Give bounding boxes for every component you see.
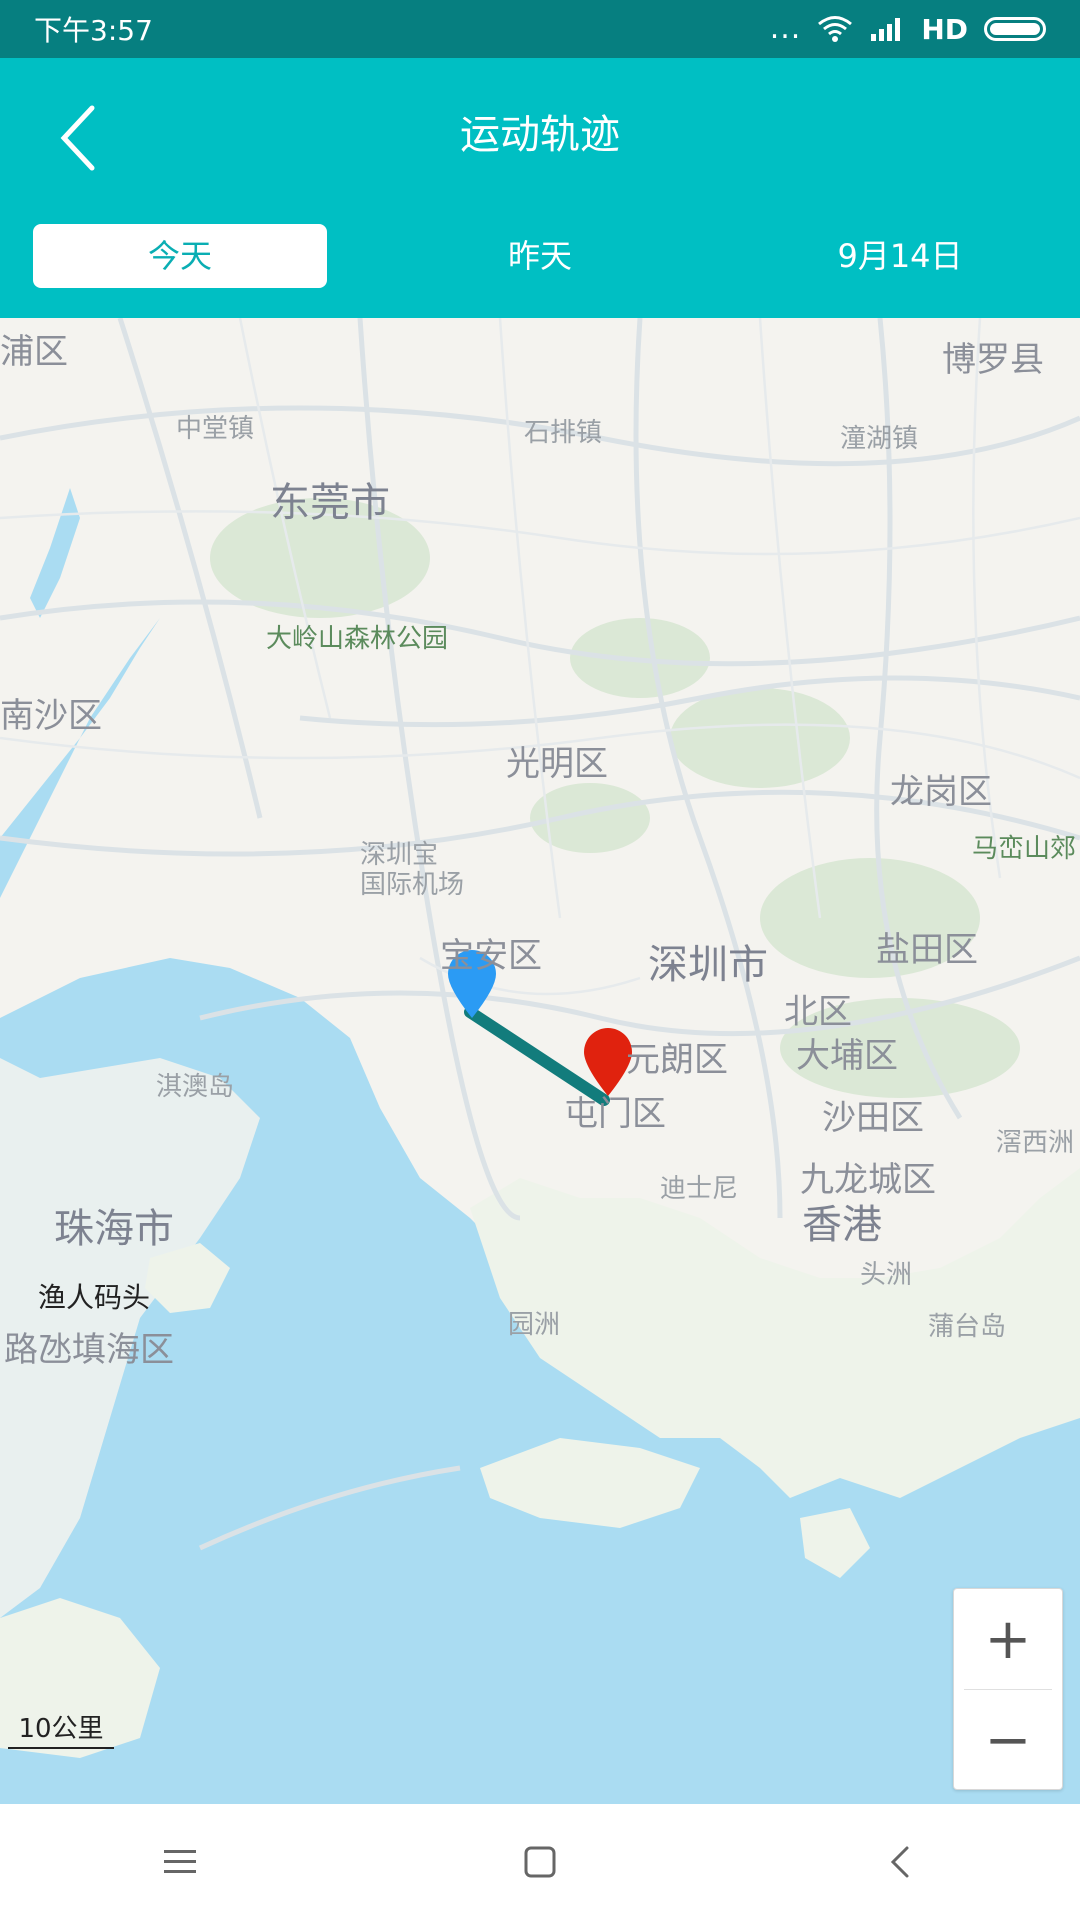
map-label: 潼湖镇 — [840, 424, 919, 454]
map-label: 宝安区 — [440, 936, 542, 976]
map-label: 滘西洲 — [996, 1128, 1075, 1158]
menu-button[interactable] — [120, 1822, 240, 1902]
back-triangle-icon — [890, 1846, 909, 1878]
map-label: 龙岗区 — [890, 772, 992, 812]
tab-sep-14[interactable]: 9月14日 — [753, 224, 1047, 288]
map-label: 博罗县 — [942, 340, 1044, 380]
tab-today[interactable]: 今天 — [33, 224, 327, 288]
date-tabs: 今天 昨天 9月14日 — [33, 224, 1047, 288]
map-label: 元朗区 — [626, 1040, 728, 1080]
map-label: 屯门区 — [564, 1094, 666, 1134]
page-title: 运动轨迹 — [460, 112, 620, 158]
tab-yesterday[interactable]: 昨天 — [393, 224, 687, 288]
map-label: 头洲 — [860, 1260, 913, 1290]
map-label: 国际机场 — [360, 870, 465, 900]
map-label: 东莞市 — [270, 480, 390, 526]
map-label: 大岭山森林公园 — [266, 624, 449, 654]
map-label: 浦区 — [0, 332, 68, 372]
header: 运动轨迹 今天 昨天 9月14日 — [0, 58, 1080, 318]
map-label: 盐田区 — [876, 930, 978, 970]
map-label: 沙田区 — [822, 1098, 924, 1138]
home-square-icon — [524, 1846, 556, 1878]
map-label: 珠海市 — [54, 1206, 174, 1252]
map-label: 园洲 — [508, 1310, 561, 1340]
network-type: HD — [921, 12, 968, 46]
map-label: 蒲台岛 — [928, 1312, 1007, 1342]
map-view[interactable]: 浦区 博罗县 中堂镇 石排镇 潼湖镇 东莞市 大岭山森林公园 南沙区 光明区 龙… — [0, 318, 1080, 1804]
map-label: 北区 — [784, 992, 852, 1032]
zoom-control: + − — [953, 1588, 1063, 1790]
zoom-in-button[interactable]: + — [954, 1589, 1062, 1689]
map-label: 渔人码头 — [38, 1281, 151, 1314]
map-label: 深圳市 — [648, 942, 768, 988]
notification-dots: ... — [769, 11, 802, 46]
map-background — [0, 318, 1080, 1804]
back-nav-button[interactable] — [840, 1822, 960, 1902]
system-nav-bar — [0, 1804, 1080, 1920]
map-scale-bar: 10公里 — [8, 1708, 114, 1749]
map-label: 马峦山郊 — [972, 834, 1077, 864]
wifi-icon — [818, 16, 853, 42]
zoom-out-button[interactable]: − — [954, 1690, 1062, 1790]
status-time: 下午3:57 — [34, 14, 153, 47]
map-label: 大埔区 — [796, 1036, 898, 1076]
home-button[interactable] — [480, 1822, 600, 1902]
map-label: 中堂镇 — [176, 414, 255, 444]
map-label: 路氹填海区 — [4, 1330, 174, 1370]
map-label: 石排镇 — [524, 418, 603, 448]
map-label: 淇澳岛 — [156, 1072, 235, 1102]
status-icons: ... HD — [770, 13, 1046, 46]
status-bar: 下午3:57 ... HD — [0, 0, 1080, 58]
map-label: 光明区 — [506, 744, 608, 784]
battery-icon — [984, 17, 1046, 41]
signal-icon — [871, 18, 901, 41]
map-label: 香港 — [802, 1202, 882, 1248]
menu-icon — [164, 1850, 196, 1873]
map-label: 南沙区 — [0, 696, 102, 736]
map-label: 迪士尼 — [660, 1174, 739, 1204]
